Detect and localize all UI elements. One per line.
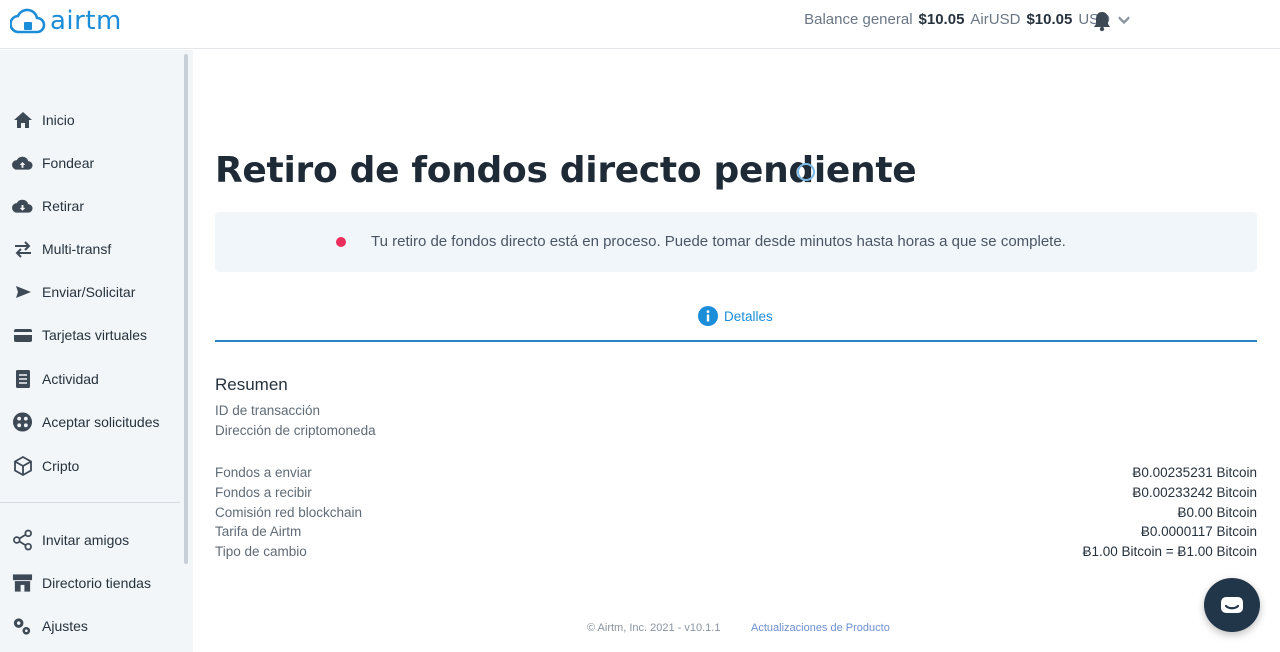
sidebar-item-enviar-solicitar[interactable]: Enviar/Solicitar	[12, 279, 135, 305]
cloud-download-icon	[12, 196, 33, 217]
sidebar-item-label: Cripto	[42, 458, 80, 474]
status-alert: Tu retiro de fondos directo está en proc…	[215, 212, 1257, 272]
transaction-id-label: ID de transacción	[215, 403, 321, 418]
sidebar-item-label: Fondear	[42, 155, 95, 171]
chat-button[interactable]	[1204, 578, 1260, 632]
summary-row-value: Ƀ0.00235231 Bitcoin	[1132, 465, 1257, 480]
sidebar-item-label: Tarjetas virtuales	[42, 327, 148, 343]
info-icon	[698, 306, 718, 326]
balance-airusd-value: $10.05	[918, 11, 965, 28]
tab-label: Detalles	[724, 308, 773, 324]
bell-icon[interactable]	[1092, 10, 1112, 32]
sidebar-item-label: Invitar amigos	[42, 532, 130, 548]
summary-row-label: Fondos a enviar	[215, 465, 312, 480]
sidebar-item-label: Multi-transf	[42, 241, 112, 257]
summary-row-label: Tipo de cambio	[215, 544, 307, 559]
tab-underline	[215, 340, 1257, 342]
summary-title: Resumen	[215, 375, 288, 394]
requests-icon	[12, 412, 33, 433]
sidebar-item-label: Inicio	[42, 112, 75, 128]
sidebar-item-label: Enviar/Solicitar	[42, 284, 136, 300]
summary-row-value: Ƀ0.00233242 Bitcoin	[1132, 485, 1257, 500]
balance-label: Balance general	[804, 11, 913, 28]
top-bar: airtm Balance general $10.05 AirUSD $10.…	[0, 0, 1280, 49]
sidebar-item-cripto[interactable]: Cripto	[12, 453, 79, 479]
sidebar-item-actividad[interactable]: Actividad	[12, 366, 99, 392]
status-dot-icon	[336, 237, 346, 247]
sidebar-item-label: Directorio tiendas	[42, 575, 151, 591]
home-icon	[12, 110, 33, 131]
product-updates-link[interactable]: Actualizaciones de Producto	[751, 622, 890, 634]
sidebar-item-label: Actividad	[42, 371, 99, 387]
airtm-logo[interactable]: airtm	[10, 6, 122, 36]
summary-row-value: Ƀ1.00 Bitcoin = Ƀ1.00 Bitcoin	[1082, 544, 1258, 559]
store-icon	[12, 573, 33, 594]
sidebar-item-label: Aceptar solicitudes	[42, 414, 160, 430]
sidebar-item-multi-transf[interactable]: Multi-transf	[12, 236, 111, 262]
pending-status-icon	[797, 163, 815, 181]
summary-row-label: Comisión red blockchain	[215, 505, 363, 520]
crypto-address-label: Dirección de criptomoneda	[215, 423, 376, 438]
sidebar-item-invitar-amigos[interactable]: Invitar amigos	[12, 527, 129, 553]
sidebar-item-retirar[interactable]: Retirar	[12, 193, 84, 219]
sidebar-item-tarjetas-virtuales[interactable]: Tarjetas virtuales	[12, 322, 147, 348]
sidebar-item-aceptar-solicitudes[interactable]: Aceptar solicitudes	[12, 409, 160, 435]
sidebar-item-directorio-tiendas[interactable]: Directorio tiendas	[12, 570, 151, 596]
balance-summary[interactable]: Balance general $10.05 AirUSD $10.05 USD	[804, 11, 1130, 28]
summary-row-value: Ƀ0.00 Bitcoin	[1177, 505, 1257, 520]
summary-row-label: Tarifa de Airtm	[215, 524, 302, 539]
tab-detalles[interactable]: Detalles	[698, 306, 773, 326]
sidebar-scrollbar[interactable]	[184, 54, 188, 564]
document-icon	[12, 369, 33, 390]
sidebar-item-ajustes[interactable]: Ajustes	[12, 613, 88, 639]
alert-message: Tu retiro de fondos directo está en proc…	[371, 233, 1066, 250]
notifications-menu[interactable]	[1092, 10, 1130, 32]
footer-copyright: © Airtm, Inc. 2021 - v10.1.1	[587, 622, 721, 634]
cloud-logo-icon	[10, 8, 46, 34]
cube-icon	[12, 455, 33, 477]
logo-text: airtm	[50, 6, 122, 36]
credit-card-icon	[12, 325, 33, 346]
chat-icon	[1221, 597, 1243, 613]
summary-row-value: Ƀ0.0000117 Bitcoin	[1140, 524, 1257, 539]
balance-usd-value: $10.05	[1026, 11, 1073, 28]
share-icon	[12, 529, 33, 551]
sidebar-item-label: Retirar	[42, 198, 85, 214]
cloud-upload-icon	[12, 153, 33, 174]
sidebar-item-fondear[interactable]: Fondear	[12, 150, 94, 176]
summary-row-label: Fondos a recibir	[215, 485, 312, 500]
sidebar-item-inicio[interactable]: Inicio	[12, 107, 75, 133]
balance-airusd-unit: AirUSD	[970, 11, 1021, 28]
send-icon	[12, 282, 33, 303]
sidebar-item-label: Ajustes	[42, 618, 88, 634]
transfer-arrows-icon	[12, 239, 33, 260]
sidebar	[0, 50, 193, 652]
gears-icon	[12, 616, 33, 637]
sidebar-divider	[0, 502, 180, 503]
chevron-down-icon[interactable]	[1118, 17, 1130, 25]
